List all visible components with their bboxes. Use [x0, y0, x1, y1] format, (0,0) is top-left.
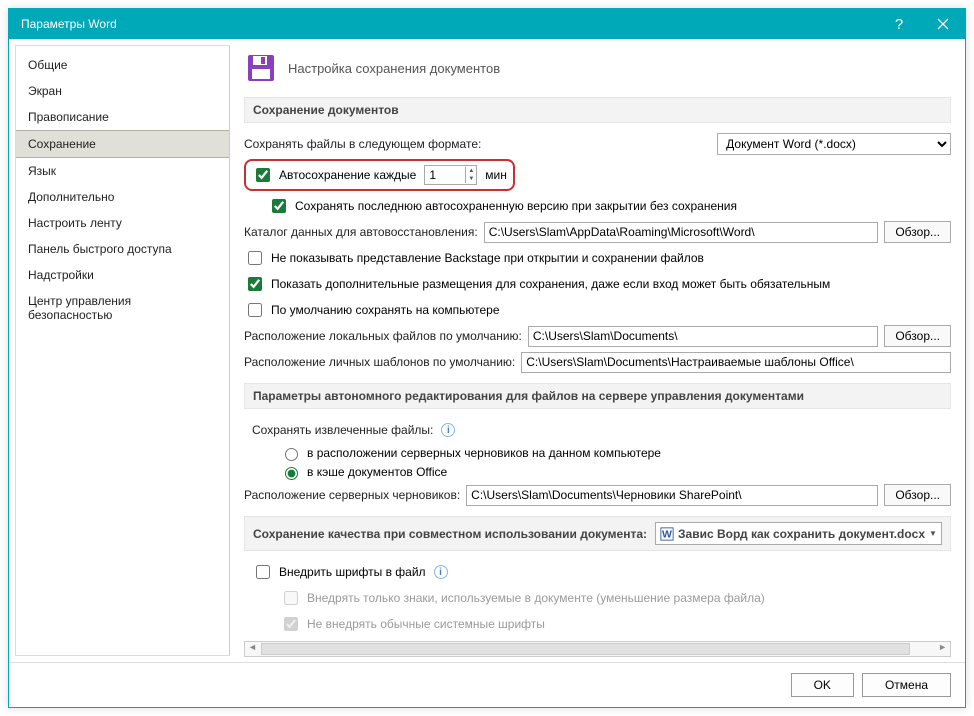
content-pane: Настройка сохранения документов Сохранен… — [230, 39, 965, 662]
autosave-minutes-spinner[interactable]: ▲▼ — [424, 165, 477, 185]
content-title: Настройка сохранения документов — [288, 61, 500, 76]
horizontal-scrollbar[interactable] — [244, 641, 951, 657]
autosave-highlight: Автосохранение каждые ▲▼ мин — [244, 159, 515, 191]
sidebar-item-ribbon[interactable]: Настроить ленту — [16, 210, 229, 236]
format-select[interactable]: Документ Word (*.docx) — [717, 133, 951, 155]
drafts-label: Расположение серверных черновиков: — [244, 488, 460, 502]
word-options-window: Параметры Word ? Общие Экран Правописани… — [8, 8, 966, 708]
sidebar-item-qat[interactable]: Панель быстрого доступа — [16, 236, 229, 262]
autorecover-browse-button[interactable]: Обзор... — [884, 221, 951, 243]
info-icon[interactable]: i — [441, 423, 455, 437]
sidebar-item-trust[interactable]: Центр управления безопасностью — [16, 288, 229, 328]
section-quality-header: Сохранение качества при совместном испол… — [244, 516, 951, 551]
ok-button[interactable]: OK — [791, 673, 854, 697]
cancel-button[interactable]: Отмена — [862, 673, 951, 697]
templates-label: Расположение личных шаблонов по умолчани… — [244, 355, 515, 369]
word-doc-icon: W — [660, 527, 674, 541]
sidebar-item-save[interactable]: Сохранение — [16, 130, 229, 158]
autosave-checkbox[interactable]: Автосохранение каждые — [252, 165, 416, 185]
local-loc-label: Расположение локальных файлов по умолчан… — [244, 329, 522, 343]
sidebar-item-addins[interactable]: Надстройки — [16, 262, 229, 288]
skip-system-checkbox: Не внедрять обычные системные шрифты — [280, 614, 545, 634]
keep-last-checkbox[interactable]: Сохранять последнюю автосохраненную верс… — [268, 196, 737, 216]
local-loc-input[interactable] — [528, 326, 878, 347]
sidebar-item-proofing[interactable]: Правописание — [16, 104, 229, 130]
close-button[interactable] — [921, 9, 965, 39]
templates-input[interactable] — [521, 352, 951, 373]
radio-office-cache[interactable]: в кэше документов Office — [280, 464, 951, 480]
section-save-header: Сохранение документов — [244, 97, 951, 123]
chevron-down-icon: ▼ — [929, 529, 937, 538]
drafts-browse-button[interactable]: Обзор... — [884, 484, 951, 506]
sidebar-item-general[interactable]: Общие — [16, 52, 229, 78]
sidebar-item-language[interactable]: Язык — [16, 158, 229, 184]
radio-server-drafts[interactable]: в расположении серверных черновиков на д… — [280, 445, 951, 461]
titlebar: Параметры Word ? — [9, 9, 965, 39]
show-extra-checkbox[interactable]: Показать дополнительные размещения для с… — [244, 274, 830, 294]
local-loc-browse-button[interactable]: Обзор... — [884, 325, 951, 347]
format-label: Сохранять файлы в следующем формате: — [244, 137, 481, 151]
document-select[interactable]: W Завис Ворд как сохранить документ.docx… — [655, 522, 942, 545]
section-offline-header: Параметры автономного редактирования для… — [244, 383, 951, 409]
autosave-unit: мин — [485, 168, 507, 182]
sidebar-item-display[interactable]: Экран — [16, 78, 229, 104]
info-icon[interactable]: i — [434, 565, 448, 579]
window-title: Параметры Word — [21, 17, 877, 31]
autorecover-dir-label: Каталог данных для автовосстановления: — [244, 225, 478, 239]
sidebar: Общие Экран Правописание Сохранение Язык… — [15, 45, 230, 656]
default-pc-checkbox[interactable]: По умолчанию сохранять на компьютере — [244, 300, 500, 320]
footer: OK Отмена — [9, 662, 965, 707]
extracted-label: Сохранять извлеченные файлы: — [252, 423, 433, 437]
embed-fonts-checkbox[interactable]: Внедрить шрифты в файл — [252, 562, 426, 582]
no-backstage-checkbox[interactable]: Не показывать представление Backstage пр… — [244, 248, 704, 268]
drafts-input[interactable] — [466, 485, 878, 506]
save-icon — [244, 51, 278, 85]
svg-text:W: W — [662, 528, 672, 540]
autorecover-dir-input[interactable] — [484, 222, 879, 243]
sidebar-item-advanced[interactable]: Дополнительно — [16, 184, 229, 210]
help-button[interactable]: ? — [877, 9, 921, 39]
embed-used-checkbox: Внедрять только знаки, используемые в до… — [280, 588, 765, 608]
